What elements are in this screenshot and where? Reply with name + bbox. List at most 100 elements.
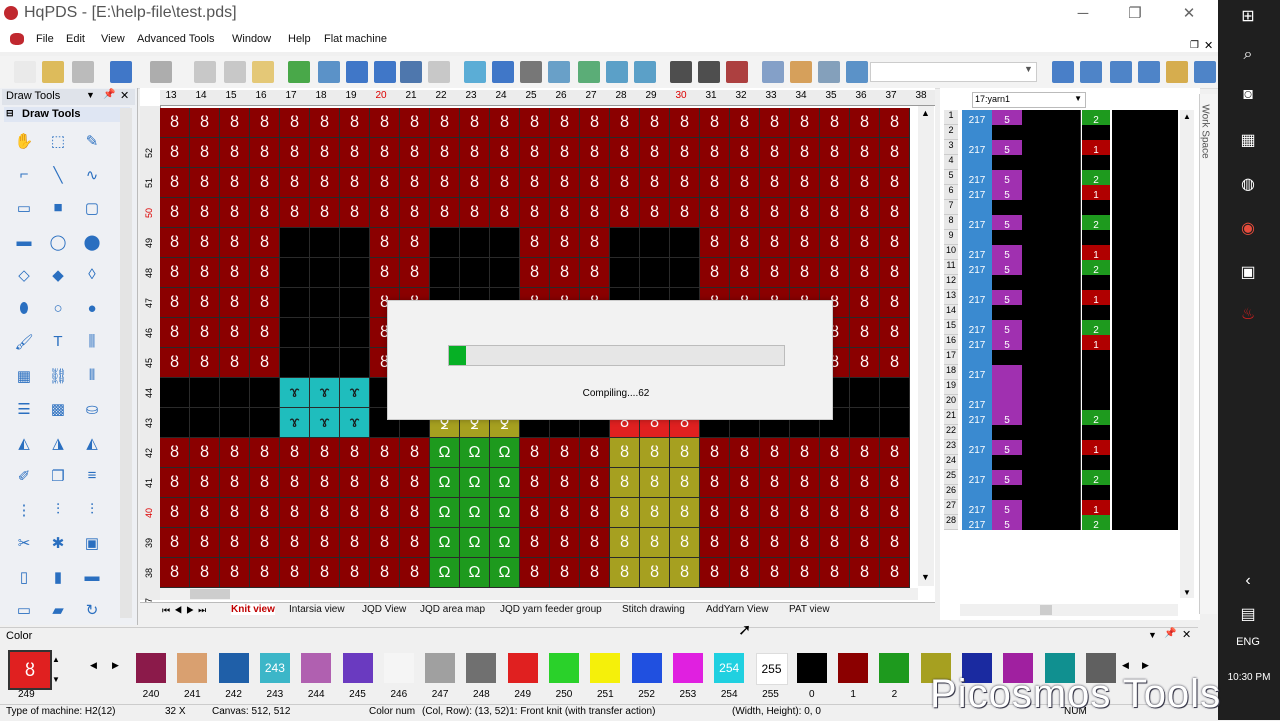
grid-cell[interactable]: ȣ — [760, 108, 790, 138]
grid-cell[interactable]: ȣ — [610, 438, 640, 468]
copy-icon[interactable] — [224, 61, 246, 83]
grid-cell[interactable] — [160, 408, 190, 438]
scan-icon[interactable] — [346, 61, 368, 83]
yarn-cell[interactable] — [1022, 515, 1081, 530]
gear-icon[interactable] — [1110, 61, 1132, 83]
grid-cell[interactable]: Ω — [430, 468, 460, 498]
undo-icon[interactable] — [110, 61, 132, 83]
yarn-cell[interactable] — [1112, 290, 1178, 305]
grid-cell[interactable]: ȣ — [220, 228, 250, 258]
yarn-cell[interactable] — [1022, 320, 1081, 335]
yarn-cell[interactable] — [1022, 485, 1081, 500]
grid-cell[interactable]: ȣ — [220, 318, 250, 348]
color-swatch[interactable]: 255 — [755, 653, 788, 685]
rect2-icon[interactable]: ▬ — [12, 233, 36, 255]
grid-cell[interactable]: ȣ — [160, 558, 190, 588]
grid-cell[interactable]: ȣ — [220, 168, 250, 198]
yarn-cell[interactable] — [1112, 275, 1178, 290]
grid-cell[interactable]: ȣ — [880, 288, 910, 318]
grid-cell[interactable]: ȣ — [190, 348, 220, 378]
chrome-icon[interactable]: ◉ — [1228, 218, 1268, 246]
grid-cell[interactable]: ȣ — [370, 558, 400, 588]
color-next-icon[interactable]: ▶ — [112, 660, 119, 671]
grid-cell[interactable]: ȣ — [400, 438, 430, 468]
grid-cell[interactable]: ȣ — [760, 528, 790, 558]
yarn-cell[interactable] — [1112, 365, 1178, 380]
color-swatch[interactable] — [466, 653, 497, 683]
grid-cell[interactable]: Ω — [460, 558, 490, 588]
grid-cell[interactable]: ȣ — [880, 498, 910, 528]
grid-cell[interactable]: ȣ — [760, 228, 790, 258]
grid-cell[interactable] — [310, 258, 340, 288]
spin-down-icon[interactable]: ▼ — [52, 675, 60, 684]
yarn-cell[interactable] — [1112, 410, 1178, 425]
grid-cell[interactable]: ȣ — [250, 498, 280, 528]
close-button[interactable]: ✕ — [1166, 2, 1212, 26]
grid-cell[interactable]: ȣ — [790, 558, 820, 588]
grid-cell[interactable]: ȣ — [190, 288, 220, 318]
menu-flat-machine[interactable]: Flat machine — [324, 33, 387, 45]
grid-cell[interactable]: ȣ — [400, 468, 430, 498]
save-icon[interactable] — [72, 61, 94, 83]
grid-cell[interactable]: ȣ — [340, 108, 370, 138]
grid-cell[interactable]: ȣ — [850, 528, 880, 558]
rect-select-icon[interactable]: ⬚ — [46, 132, 70, 154]
bucket-icon[interactable]: ◭ — [12, 434, 36, 456]
clock[interactable]: 10:30 PM — [1224, 672, 1274, 700]
doc2-icon[interactable] — [578, 61, 600, 83]
open-folder-icon[interactable] — [42, 61, 64, 83]
grid-cell[interactable]: ȣ — [730, 528, 760, 558]
grid-cell[interactable]: ȣ — [760, 498, 790, 528]
grid-cell[interactable] — [280, 288, 310, 318]
notification-icon[interactable]: ▤ — [1228, 604, 1268, 632]
monitor2-icon[interactable] — [634, 61, 656, 83]
grid-cell[interactable] — [460, 258, 490, 288]
grid-cell[interactable]: ȣ — [280, 438, 310, 468]
grid-cell[interactable]: ȣ — [340, 528, 370, 558]
grid-cell[interactable]: ȣ — [700, 108, 730, 138]
grid-cell[interactable]: ȣ — [820, 108, 850, 138]
grid-cell[interactable]: ȣ — [370, 528, 400, 558]
pen-icon[interactable] — [492, 61, 514, 83]
round-rect-icon[interactable]: ▢ — [80, 199, 104, 221]
grid-cell[interactable]: ȣ — [730, 168, 760, 198]
grid-cell[interactable]: ȣ — [790, 498, 820, 528]
grid-cell[interactable]: ȣ — [580, 468, 610, 498]
grid-cell[interactable]: ȣ — [250, 558, 280, 588]
grid-cell[interactable]: ȣ — [280, 108, 310, 138]
color-swatch[interactable]: 243 — [259, 653, 290, 683]
grid-cell[interactable] — [670, 228, 700, 258]
columns-icon[interactable]: ⫼ — [80, 333, 104, 355]
grid-cell[interactable] — [340, 318, 370, 348]
grid-cell[interactable]: ȣ — [880, 318, 910, 348]
grid-cell[interactable]: ȣ — [850, 318, 880, 348]
grid-cell[interactable] — [610, 228, 640, 258]
refresh-icon[interactable] — [1166, 61, 1188, 83]
grid-cell[interactable] — [850, 408, 880, 438]
grid-cell[interactable]: ɤ — [310, 408, 340, 438]
rect-outline-icon[interactable]: ▭ — [12, 199, 36, 221]
grid-cell[interactable]: ȣ — [490, 108, 520, 138]
restore-button[interactable]: ❐ — [1112, 2, 1158, 26]
grid-cell[interactable]: ȣ — [370, 498, 400, 528]
block2-icon[interactable] — [698, 61, 720, 83]
grid-cell[interactable]: ȣ — [700, 228, 730, 258]
tab-jqd-view[interactable]: JQD View — [362, 604, 406, 615]
yarn-cell[interactable] — [1112, 500, 1178, 515]
fill-icon[interactable]: ⛀ — [80, 400, 104, 422]
grid-cell[interactable]: ȣ — [730, 108, 760, 138]
grid-cell[interactable]: ȣ — [790, 138, 820, 168]
grid-cell[interactable]: ȣ — [280, 528, 310, 558]
work-space-strip[interactable]: Work Space — [1199, 94, 1217, 614]
chevron-down-icon[interactable]: ▼ — [1024, 64, 1033, 74]
diamond-fill-icon[interactable]: ◆ — [46, 266, 70, 288]
alert-icon[interactable] — [1052, 61, 1074, 83]
grid-cell[interactable]: ȣ — [790, 228, 820, 258]
grid-cell[interactable]: ȣ — [400, 558, 430, 588]
grid-cell[interactable]: ȣ — [280, 468, 310, 498]
grid-cell[interactable]: ȣ — [850, 558, 880, 588]
grid-cell[interactable] — [280, 348, 310, 378]
yarn-cell[interactable] — [1022, 290, 1081, 305]
grid-cell[interactable]: ȣ — [520, 228, 550, 258]
yarn-hscrollbar[interactable] — [960, 604, 1178, 616]
